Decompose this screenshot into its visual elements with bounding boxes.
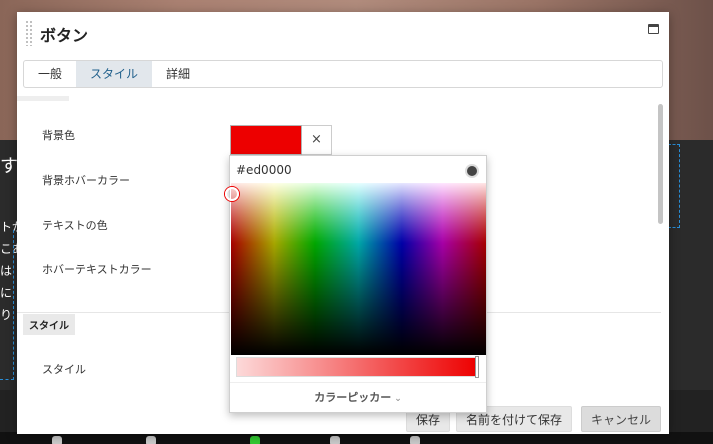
eyedropper-icon[interactable]	[465, 164, 479, 178]
bg-color-swatch[interactable]	[230, 125, 302, 155]
tab-advanced[interactable]: 詳細	[152, 61, 204, 87]
background-dashed-outline	[0, 230, 14, 380]
opacity-slider[interactable]	[236, 356, 479, 378]
toolbar-icon[interactable]	[410, 436, 420, 444]
color-picker-toggle[interactable]: カラーピッカー ⌄	[230, 382, 486, 412]
hover-text-color-label: ホバーテキストカラー	[42, 263, 152, 276]
bg-color-label: 背景色	[42, 129, 75, 142]
background-dashed-outline	[668, 144, 680, 228]
color-picker-popup: カラーピッカー⌄	[225, 155, 487, 413]
section-divider	[17, 96, 69, 101]
hex-color-input[interactable]	[236, 162, 436, 178]
maximize-icon[interactable]	[648, 24, 659, 34]
upload-icon[interactable]	[250, 436, 260, 444]
opacity-handle[interactable]	[475, 356, 479, 378]
clear-color-button[interactable]: ×	[302, 125, 332, 155]
scrollbar[interactable]	[658, 104, 663, 224]
section-tag-style: スタイル	[23, 314, 75, 335]
tab-general[interactable]: 一般	[24, 61, 76, 87]
toolbar-icon[interactable]	[146, 436, 156, 444]
style-label: スタイル	[42, 363, 86, 376]
cancel-button[interactable]: キャンセル	[581, 406, 662, 432]
color-picker-label: カラーピッカー	[314, 391, 392, 404]
tab-bar: 一般 スタイル 詳細	[23, 60, 663, 88]
dialog-title: ボタン	[40, 26, 89, 45]
saturation-value-area[interactable]	[225, 183, 486, 355]
text-color-label: テキストの色	[42, 219, 108, 232]
chevron-down-icon: ⌄	[394, 394, 402, 404]
tab-style[interactable]: スタイル	[76, 61, 153, 87]
drag-handle-icon[interactable]	[25, 20, 33, 46]
color-handle[interactable]	[225, 187, 239, 201]
bg-hover-color-label: 背景ホバーカラー	[42, 174, 130, 187]
toolbar-icon[interactable]	[52, 436, 62, 444]
toolbar-icon[interactable]	[330, 436, 340, 444]
